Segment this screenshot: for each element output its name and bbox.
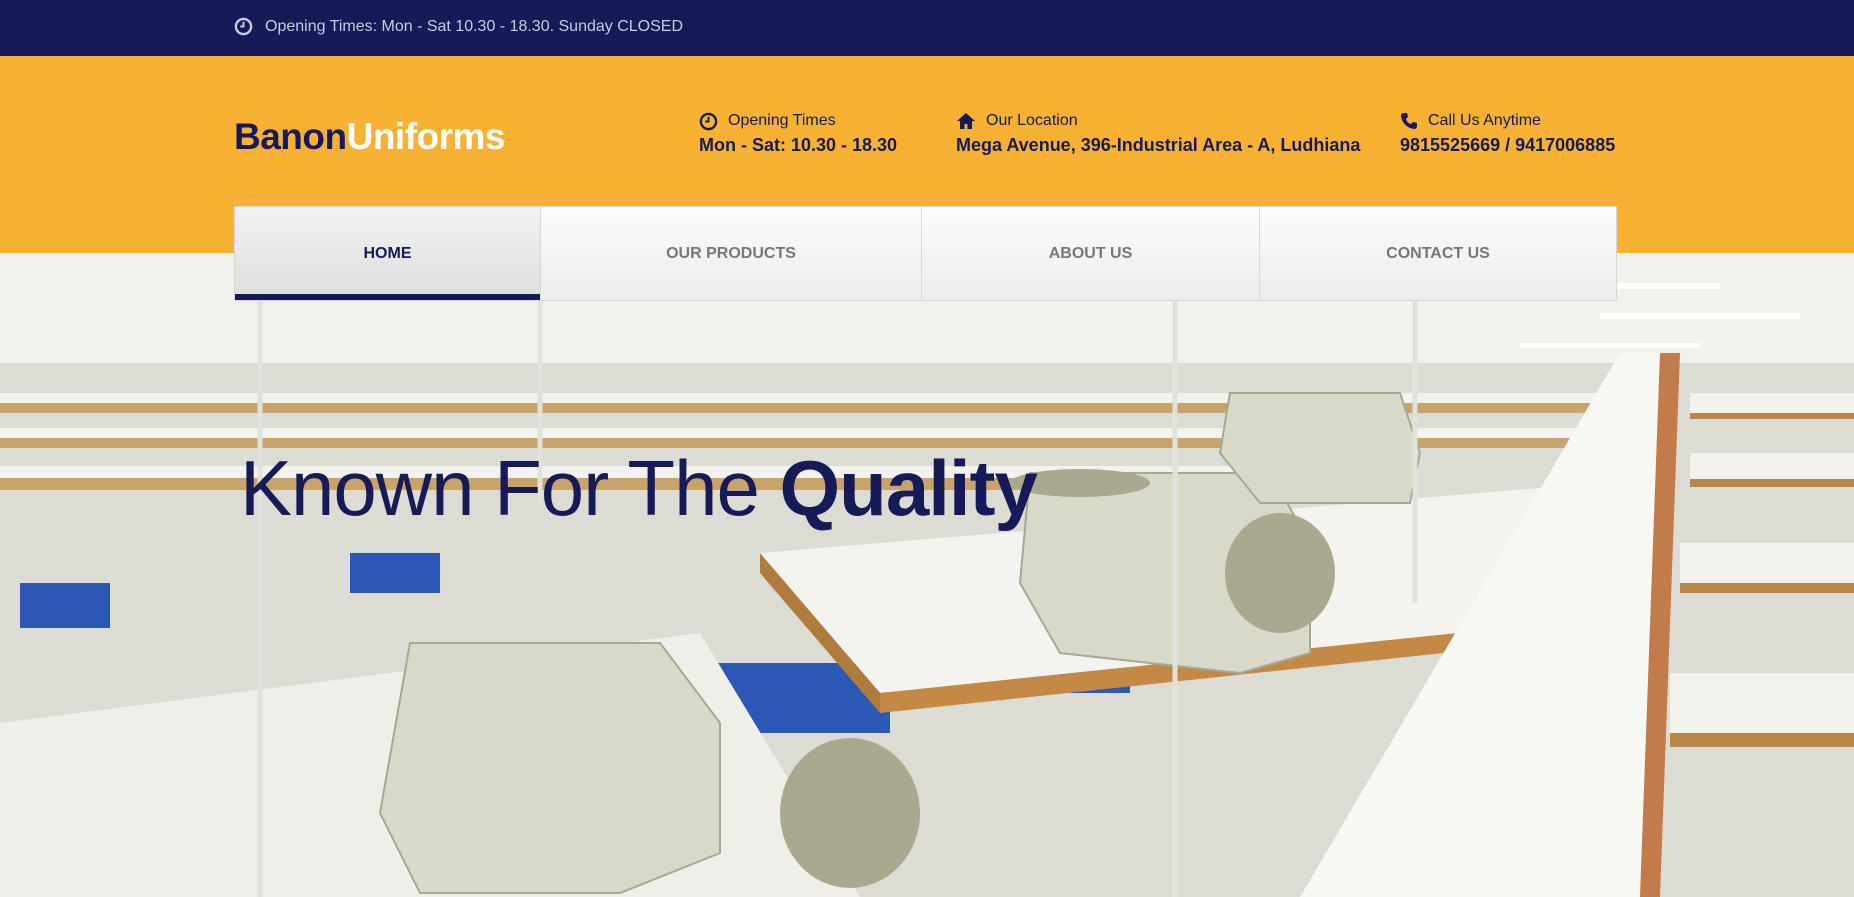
logo-text-uniforms: Uniforms: [346, 116, 506, 157]
info-value: Mega Avenue, 396-Industrial Area - A, Lu…: [956, 135, 1361, 155]
info-label: Call Us Anytime: [1428, 112, 1541, 129]
hero-title-bold: Quality: [779, 444, 1038, 532]
phone-icon: [1401, 113, 1417, 129]
hero-banner: Known For The Quality: [0, 253, 1854, 897]
nav-item-home[interactable]: HOME: [235, 207, 541, 300]
opening-times-notice: Opening Times: Mon - Sat 10.30 - 18.30. …: [234, 17, 683, 36]
home-icon: [957, 113, 975, 129]
info-value: 9815525669 / 9417006885: [1400, 135, 1616, 155]
hero-background-image: [0, 253, 1854, 897]
info-value: Mon - Sat: 10.30 - 18.30: [699, 135, 898, 155]
logo-text-banon: Banon: [234, 116, 347, 157]
info-label: Opening Times: [728, 112, 836, 129]
clock-icon: [234, 17, 253, 36]
info-location: Our Location Mega Avenue, 396-Industrial…: [956, 110, 1360, 156]
nav-item-our-products[interactable]: OUR PRODUCTS: [541, 207, 922, 300]
info-opening-times: Opening Times Mon - Sat: 10.30 - 18.30: [699, 110, 897, 156]
top-bar: Opening Times: Mon - Sat 10.30 - 18.30. …: [0, 0, 1854, 56]
site-logo[interactable]: BanonUniforms: [234, 116, 506, 158]
clock-icon: [699, 112, 718, 130]
main-navigation: HOME OUR PRODUCTS ABOUT US CONTACT US: [234, 206, 1617, 301]
nav-item-contact-us[interactable]: CONTACT US: [1260, 207, 1616, 300]
info-label: Our Location: [986, 112, 1078, 129]
info-phone: Call Us Anytime 9815525669 / 9417006885: [1400, 110, 1615, 156]
nav-item-about-us[interactable]: ABOUT US: [922, 207, 1260, 300]
hero-title-light: Known For The: [240, 444, 780, 532]
hero-title: Known For The Quality: [240, 443, 1038, 534]
opening-times-text: Opening Times: Mon - Sat 10.30 - 18.30. …: [265, 17, 683, 35]
